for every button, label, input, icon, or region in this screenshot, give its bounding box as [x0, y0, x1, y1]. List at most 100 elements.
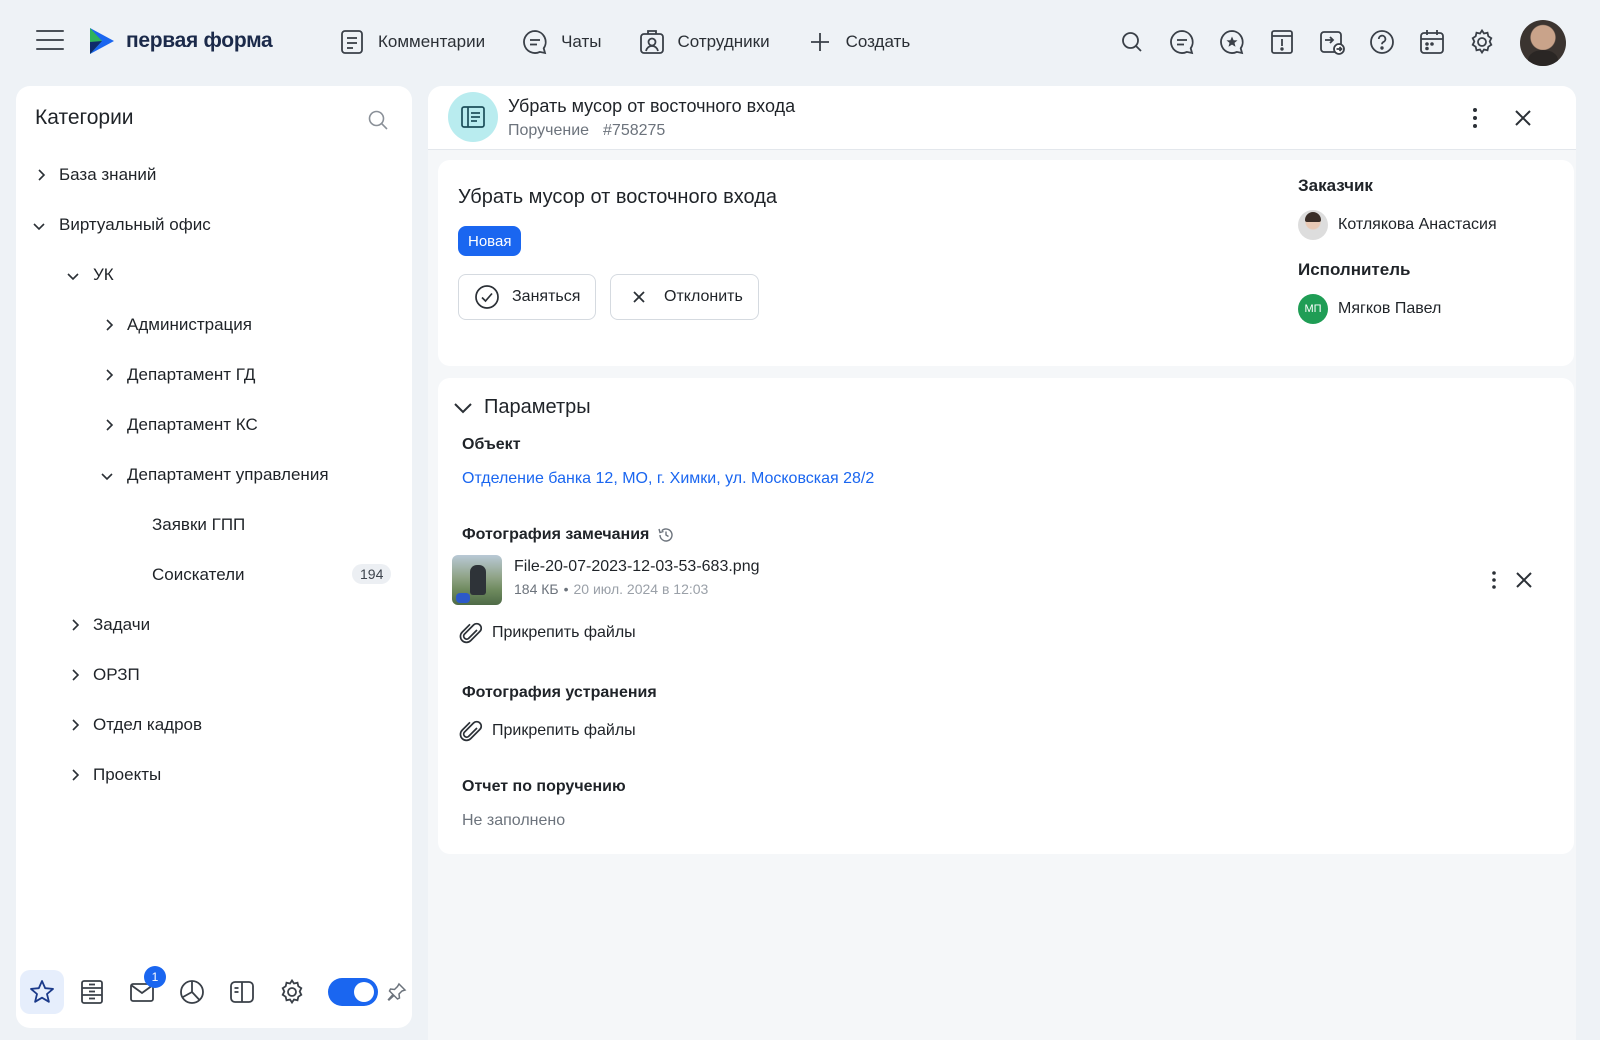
chevron-right-icon — [106, 369, 114, 381]
mode-toggle[interactable] — [328, 978, 378, 1006]
reject-label: Отклонить — [664, 288, 743, 305]
report-label-text: Отчет по поручению — [462, 778, 626, 795]
customer-avatar — [1298, 210, 1328, 240]
reports-button[interactable] — [170, 970, 214, 1014]
count-badge: 194 — [352, 564, 392, 584]
file-thumbnail[interactable] — [452, 555, 502, 605]
settings-icon — [1471, 28, 1493, 55]
tree-item-uk[interactable]: УК — [16, 250, 412, 300]
customer-name: Котлякова Анастасия — [1338, 216, 1497, 233]
more-vertical-icon[interactable] — [1462, 104, 1488, 132]
chat-icon — [523, 30, 547, 55]
tree-item-virtual-office[interactable]: Виртуальный офис — [16, 200, 412, 250]
chevron-down-icon — [67, 273, 79, 281]
photo-issue-label: Фотография замечания — [462, 526, 675, 544]
favorites-chat-button[interactable] — [1216, 22, 1248, 62]
categories-sidebar: Категории База знаний Виртуальный офис У… — [16, 86, 412, 1028]
chevron-right-icon — [72, 719, 80, 731]
employees-icon — [639, 30, 664, 54]
file-date: 20 июл. 2024 в 12:03 — [573, 581, 709, 597]
history-icon[interactable] — [657, 526, 675, 544]
help-button[interactable] — [1366, 22, 1398, 62]
tree-item-label: ОРЗП — [93, 665, 140, 684]
document-list-icon — [461, 106, 485, 128]
tree-item-label: Департамент КС — [127, 415, 258, 434]
task-number[interactable]: #758275 — [603, 122, 665, 139]
hamburger-menu-icon[interactable] — [36, 30, 64, 52]
search-button[interactable] — [1116, 22, 1148, 62]
tree-item-dept-gd[interactable]: Департамент ГД — [16, 350, 412, 400]
executor-label: Исполнитель — [1298, 260, 1411, 279]
sidebar-title: Категории — [35, 106, 134, 129]
nav-employees[interactable]: Сотрудники — [638, 26, 770, 58]
chevron-right-icon — [106, 419, 114, 431]
customer-label: Заказчик — [1298, 176, 1373, 195]
executor[interactable]: МП Мягков Павел — [1298, 294, 1441, 324]
attach-files-button[interactable]: Прикрепить файлы — [458, 620, 636, 646]
more-vertical-icon[interactable] — [1484, 568, 1504, 592]
photo-fix-label: Фотография устранения — [462, 684, 657, 702]
tree-item-administration[interactable]: Администрация — [16, 300, 412, 350]
customer[interactable]: Котлякова Анастасия — [1298, 210, 1497, 240]
tree-item-tasks[interactable]: Задачи — [16, 600, 412, 650]
user-avatar[interactable] — [1520, 20, 1566, 66]
calendar-icon — [1420, 30, 1444, 54]
plus-icon — [810, 33, 829, 51]
take-task-button[interactable]: Заняться — [458, 274, 597, 320]
close-icon[interactable] — [1512, 568, 1536, 592]
photo-fix-label-text: Фотография устранения — [462, 684, 657, 701]
layout-button[interactable] — [220, 970, 264, 1014]
favorites-button[interactable] — [20, 970, 64, 1014]
task-header: Убрать мусор от восточного входа Поручен… — [428, 86, 1576, 150]
report-value[interactable]: Не заполнено — [462, 812, 565, 830]
tree-item-dept-ks[interactable]: Департамент КС — [16, 400, 412, 450]
pin-icon[interactable] — [386, 981, 408, 1003]
object-label-text: Объект — [462, 436, 521, 453]
nav-chats[interactable]: Чаты — [521, 26, 602, 58]
search-icon — [1122, 32, 1142, 52]
parameters-section-toggle[interactable]: Параметры — [452, 396, 591, 419]
tree-item-label: Департамент ГД — [127, 365, 256, 384]
tree-item-label: Заявки ГПП — [152, 515, 246, 534]
tree-item-projects[interactable]: Проекты — [16, 750, 412, 800]
object-link[interactable]: Отделение банка 12, МО, г. Химки, ул. Мо… — [462, 470, 874, 488]
tree-item-dept-management[interactable]: Департамент управления — [16, 450, 412, 500]
top-icons — [1116, 22, 1516, 62]
chevron-down-icon — [101, 473, 113, 481]
chat-bubble-icon — [1170, 30, 1194, 55]
logo[interactable]: первая форма — [88, 26, 273, 56]
transfer-button[interactable] — [1316, 22, 1348, 62]
mail-button[interactable]: 1 — [120, 966, 166, 1014]
file-name[interactable]: File-20-07-2023-12-03-53-683.png — [514, 558, 760, 576]
close-icon[interactable] — [1510, 104, 1536, 132]
status-badge[interactable]: Новая — [458, 226, 522, 256]
tree-item-label: Виртуальный офис — [59, 215, 211, 234]
chevron-right-icon — [72, 769, 80, 781]
tree-item-label: База знаний — [59, 165, 157, 184]
chevron-down-icon — [454, 402, 472, 413]
tree-item-orzp[interactable]: ОРЗП — [16, 650, 412, 700]
nav-comments[interactable]: Комментарии — [338, 26, 485, 58]
task-panel: Убрать мусор от восточного входа Поручен… — [428, 86, 1576, 1040]
tree-item-gpp-requests[interactable]: Заявки ГПП — [16, 500, 412, 550]
nav-chats-label: Чаты — [561, 32, 602, 51]
reject-button[interactable]: Отклонить — [610, 274, 759, 320]
settings-button[interactable] — [1466, 22, 1498, 62]
tree-item-hr[interactable]: Отдел кадров — [16, 700, 412, 750]
chevron-right-icon — [72, 619, 80, 631]
attach-files-button-2[interactable]: Прикрепить файлы — [458, 718, 636, 744]
header-title: Убрать мусор от восточного входа — [508, 96, 796, 116]
alerts-button[interactable] — [1266, 22, 1298, 62]
registry-button[interactable] — [70, 970, 114, 1014]
nav-create[interactable]: Создать — [806, 26, 910, 58]
search-icon[interactable] — [366, 108, 390, 132]
paperclip-icon — [459, 720, 483, 742]
tree-item-label: Администрация — [127, 315, 252, 334]
messages-button[interactable] — [1166, 22, 1198, 62]
sidebar-settings-button[interactable] — [270, 970, 314, 1014]
calendar-button[interactable] — [1416, 22, 1448, 62]
take-task-label: Заняться — [512, 288, 581, 305]
tree-item-applicants[interactable]: Соискатели 194 — [16, 550, 412, 600]
tree-item-knowledge-base[interactable]: База знаний — [16, 150, 412, 200]
layout-icon — [230, 981, 254, 1003]
